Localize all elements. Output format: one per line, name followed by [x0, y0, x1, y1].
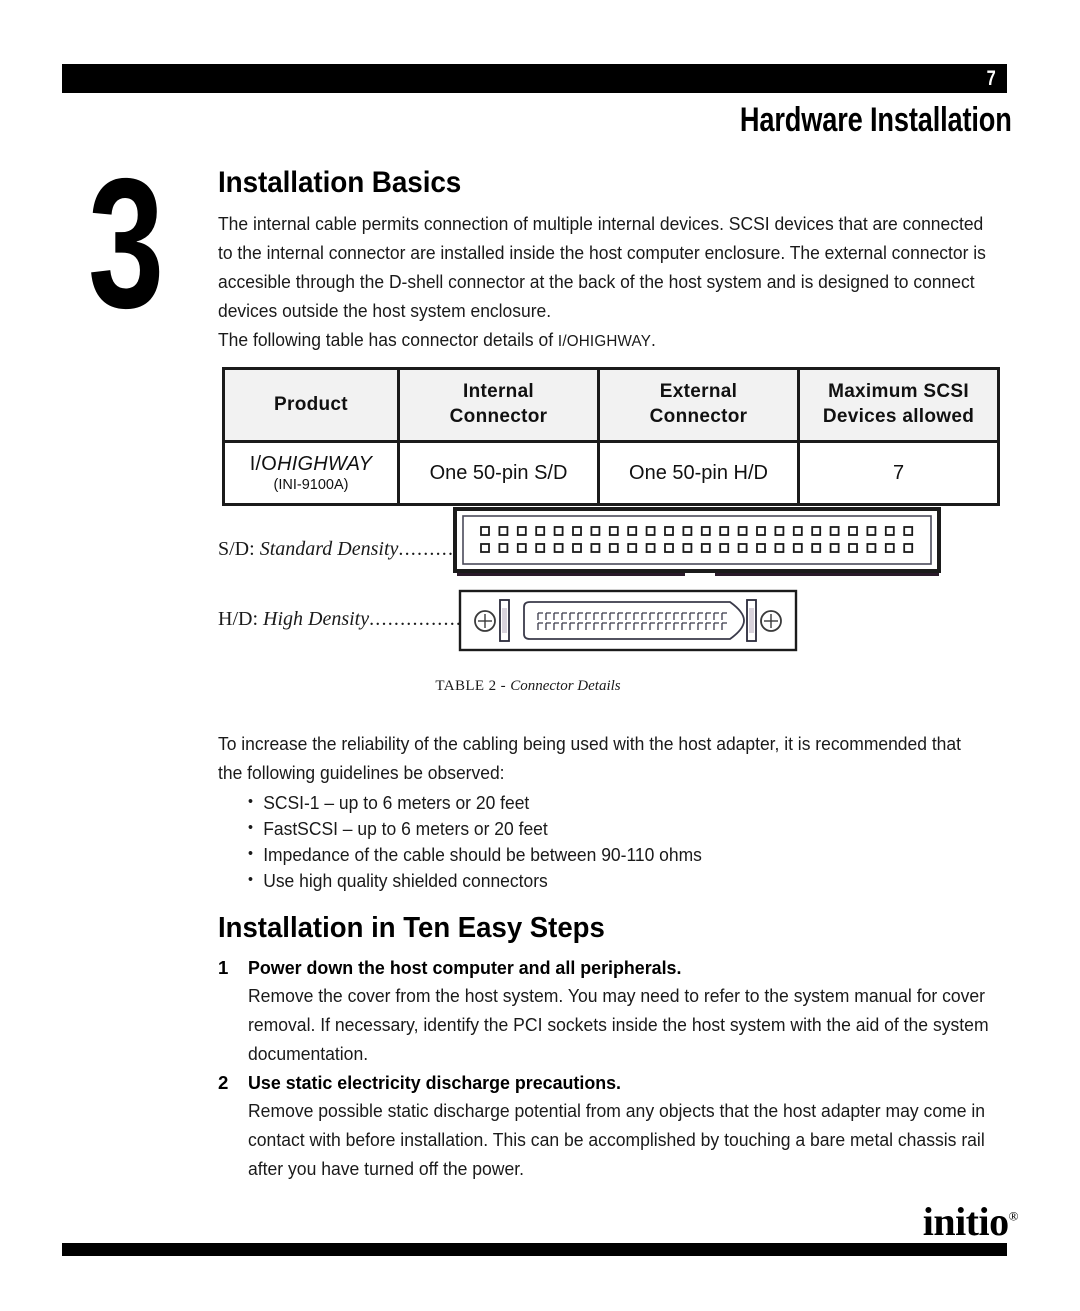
sd-connector-icon: [453, 507, 941, 576]
initio-logo: initio®: [922, 1199, 1019, 1244]
table-header-max-line2: Devices allowed: [822, 406, 975, 427]
table-lead-suffix: .: [651, 329, 656, 350]
legend-hd-term: High Density: [258, 608, 370, 630]
table-caption: TABLE 2 - Connector Details: [298, 678, 758, 695]
document-page: 7 Hardware Installation 3 Installation B…: [0, 0, 1080, 1311]
table-header-product-line1: Product: [274, 393, 348, 415]
footer-rule: [62, 1243, 1007, 1256]
legend-sd-term: Standard Density: [254, 538, 399, 560]
section-title-ten-easy-steps: Installation in Ten Easy Steps: [218, 912, 605, 944]
table-header-max-line1: Maximum SCSI: [828, 381, 969, 402]
table-header-internal-line1: Internal: [462, 381, 535, 402]
legend-hd-label: H/D: High Density.................: [218, 608, 475, 631]
sd-connector-diagram: [453, 506, 943, 587]
connector-details-table: Product Internal Connector External Conn…: [222, 367, 1000, 506]
table-header-external-line1: External: [659, 381, 738, 402]
table-lead-paragraph: The following table has connector detail…: [218, 325, 988, 356]
table-header-internal-connector: Internal Connector: [397, 367, 600, 443]
table-lead-prefix: The following table has connector detail…: [218, 329, 558, 350]
list-item: FastSCSI – up to 6 meters or 20 feet: [248, 815, 989, 842]
step-2-title: Use static electricity discharge precaut…: [248, 1072, 622, 1093]
chapter-title: Hardware Installation: [740, 101, 1012, 139]
step-1-number: 1: [218, 957, 229, 978]
legend-hd-abbr: H/D:: [218, 608, 258, 630]
step-1-head: 1 Power down the host computer and all p…: [218, 955, 1028, 981]
table-caption-title: Connector Details: [510, 678, 621, 694]
cell-product: I/OHIGHWAY (INI-9100A): [222, 440, 400, 506]
initio-logo-text: initio: [922, 1199, 1009, 1244]
registered-trademark-icon: ®: [1008, 1208, 1019, 1224]
step-1-body: Remove the cover from the host system. Y…: [248, 985, 989, 1064]
cell-max-devices: 7: [797, 440, 1000, 506]
header-bar: 7: [62, 64, 1007, 93]
table-caption-lead: TABLE 2 -: [435, 678, 511, 694]
table-header-external-connector: External Connector: [597, 367, 800, 443]
table-header-max-devices: Maximum SCSI Devices allowed: [797, 367, 1000, 443]
list-item: Impedance of the cable should be between…: [248, 841, 989, 868]
legend-sd-abbr: S/D:: [218, 538, 255, 560]
intro-paragraph: The internal cable permits connection of…: [218, 213, 986, 321]
step-1: 1 Power down the host computer and all p…: [218, 955, 1028, 1068]
cell-product-name: I/OHIGHWAY: [229, 453, 393, 476]
step-2-head: 2 Use static electricity discharge preca…: [218, 1070, 1028, 1096]
chapter-number: 3: [88, 141, 165, 347]
cell-internal-connector: One 50-pin S/D: [397, 440, 600, 506]
step-2-number: 2: [218, 1072, 229, 1093]
legend-sd-label: S/D: Standard Density...........: [218, 538, 467, 561]
page-number: 7: [986, 66, 997, 90]
section-title-installation-basics: Installation Basics: [218, 166, 462, 199]
table-header-external-line2: Connector: [649, 406, 748, 427]
cell-product-io: I/O: [249, 453, 278, 475]
step-1-title: Power down the host computer and all per…: [248, 957, 682, 978]
hd-connector-diagram: [458, 589, 798, 657]
cell-product-highway: HIGHWAY: [277, 453, 373, 475]
step-2-body: Remove possible static discharge potenti…: [248, 1100, 986, 1179]
table-row: I/OHIGHWAY (INI-9100A) One 50-pin S/D On…: [222, 440, 1000, 506]
guidelines-list: SCSI-1 – up to 6 meters or 20 feet FastS…: [218, 789, 1028, 894]
step-2: 2 Use static electricity discharge preca…: [218, 1070, 1028, 1183]
cell-external-connector: One 50-pin H/D: [597, 440, 800, 506]
list-item: Use high quality shielded connectors: [248, 867, 989, 894]
hd-connector-icon: [458, 589, 798, 652]
cell-product-code: (INI-9100A): [273, 477, 349, 493]
table-header-product: Product: [222, 367, 400, 443]
guidelines-lead: To increase the reliability of the cabli…: [218, 733, 961, 783]
table-header-internal-line2: Connector: [449, 406, 548, 427]
table-header-row: Product Internal Connector External Conn…: [222, 367, 1000, 443]
table-lead-product: I/OHIGHWAY: [557, 333, 652, 350]
list-item: SCSI-1 – up to 6 meters or 20 feet: [248, 789, 989, 816]
